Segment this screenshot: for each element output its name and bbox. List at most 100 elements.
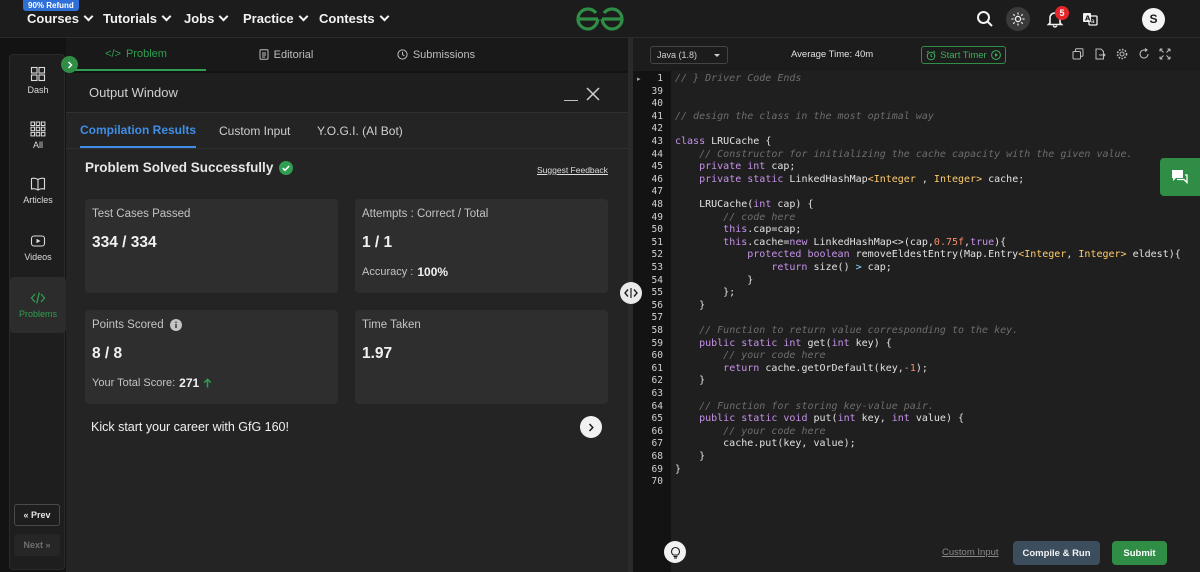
notification-count-badge: 5: [1055, 6, 1069, 20]
nav-jobs[interactable]: Jobs: [184, 11, 229, 26]
compile-run-button[interactable]: Compile & Run: [1013, 541, 1100, 565]
code-line[interactable]: public static int get(int key) {: [675, 338, 892, 349]
avatar[interactable]: S: [1142, 8, 1165, 31]
lightbulb-icon: [670, 546, 680, 559]
chevron-down-icon: [83, 11, 94, 22]
code-line[interactable]: // Constructor for initializing the cach…: [675, 149, 1132, 160]
sidebar-item-dash[interactable]: Dash: [10, 66, 66, 95]
gear-icon[interactable]: [1116, 48, 1128, 60]
line-number: 67: [651, 438, 663, 450]
code-line[interactable]: }: [675, 275, 753, 286]
tab-custom-input[interactable]: Custom Input: [219, 114, 290, 148]
card-label: Points Scored: [92, 319, 182, 331]
sidebar-item-videos[interactable]: Videos: [10, 233, 66, 262]
status-title: Problem Solved Successfully: [85, 160, 294, 175]
code-line[interactable]: // code here: [675, 212, 795, 223]
chat-button[interactable]: [1160, 158, 1200, 196]
sidebar-item-articles[interactable]: Articles: [10, 176, 66, 205]
minimize-icon[interactable]: [564, 100, 578, 101]
hint-button[interactable]: [664, 541, 686, 563]
line-number: 68: [651, 451, 663, 462]
sidebar-item-label: All: [32, 140, 43, 150]
theme-toggle-button[interactable]: [1006, 7, 1030, 31]
nav-contests[interactable]: Contests: [319, 11, 390, 26]
code-line[interactable]: }: [675, 451, 705, 462]
tab-problem[interactable]: </> Problem: [66, 38, 206, 71]
check-circle-icon: [279, 160, 294, 175]
tab-yogi-ai-bot[interactable]: Y.O.G.I. (AI Bot): [317, 114, 403, 148]
code-line[interactable]: cache.put(key, value);: [675, 438, 855, 449]
chevron-right-icon: [588, 422, 594, 432]
line-number: 39: [651, 85, 663, 97]
line-number: 45: [651, 161, 663, 173]
file-export-icon[interactable]: [1094, 48, 1106, 60]
nav-label: Tutorials: [103, 11, 157, 26]
nav-tutorials[interactable]: Tutorials: [103, 11, 172, 26]
code-line[interactable]: // Function to return value correspondin…: [675, 325, 1018, 336]
code-line[interactable]: this.cache=new LinkedHashMap<>(cap,0.75f…: [675, 237, 1006, 248]
tab-compilation-results[interactable]: Compilation Results: [80, 114, 197, 148]
language-select[interactable]: Java (1.8): [650, 46, 728, 64]
code-line[interactable]: // your code here: [675, 350, 825, 361]
code-line[interactable]: this.cap=cap;: [675, 224, 801, 235]
translate-icon[interactable]: Aa: [1079, 8, 1101, 30]
custom-input-link[interactable]: Custom Input: [942, 547, 999, 558]
reset-icon[interactable]: [1138, 48, 1150, 60]
tab-editorial[interactable]: Editorial: [216, 38, 356, 71]
code-line[interactable]: // your code here: [675, 426, 825, 437]
fullscreen-icon[interactable]: [1159, 48, 1171, 60]
sidebar-item-all[interactable]: All: [10, 121, 66, 150]
code-line[interactable]: // Function for storing key-value pair.: [675, 401, 934, 412]
code-line[interactable]: public static void put(int key, int valu…: [675, 413, 964, 424]
card-value: 334 / 334: [92, 234, 157, 251]
chevron-down-icon: [218, 11, 229, 22]
nav-courses[interactable]: Courses: [27, 11, 94, 26]
prev-button[interactable]: « Prev: [14, 504, 60, 526]
kick-start-button[interactable]: [580, 416, 602, 438]
code-line[interactable]: LRUCache(int cap) {: [675, 199, 813, 210]
code-line[interactable]: private int cap;: [675, 161, 795, 172]
sidebar-item-problems[interactable]: Problems: [10, 277, 66, 333]
code-line[interactable]: }: [675, 464, 681, 475]
fold-marker-icon[interactable]: ▸: [637, 75, 641, 83]
line-number: 43: [651, 136, 663, 147]
submit-button[interactable]: Submit: [1112, 541, 1167, 565]
code-line[interactable]: }: [675, 375, 705, 386]
left-sidebar: Dash All Articles Videos Problems « Prev…: [9, 54, 66, 570]
book-icon: [30, 177, 46, 191]
copy-icon[interactable]: [1072, 48, 1084, 60]
line-number: 58: [651, 325, 663, 336]
suggest-feedback-link[interactable]: Suggest Feedback: [537, 165, 608, 175]
nav-practice[interactable]: Practice: [243, 11, 309, 26]
accuracy-label: Accuracy :: [362, 266, 414, 278]
card-value: 1 / 1: [362, 234, 393, 251]
code-line[interactable]: // design the class in the most optimal …: [675, 111, 934, 122]
tab-submissions[interactable]: Submissions: [366, 38, 506, 71]
collapse-sidebar-button[interactable]: [61, 56, 78, 73]
card-label: Time Taken: [362, 319, 421, 331]
search-icon[interactable]: [974, 8, 996, 30]
close-icon[interactable]: [585, 86, 601, 102]
info-icon[interactable]: [169, 319, 182, 331]
points-card: Points Scored 8 / 8 Your Total Score: 27…: [85, 310, 338, 404]
code-line[interactable]: return size() > cap;: [675, 262, 891, 273]
gfg-logo-icon[interactable]: [574, 5, 626, 33]
code-line[interactable]: // } Driver Code Ends: [675, 73, 801, 84]
output-window: Output Window Compilation Results Custom…: [66, 73, 628, 572]
code-line[interactable]: class LRUCache {: [675, 136, 771, 147]
code-line[interactable]: private static LinkedHashMap<Integer , I…: [675, 174, 1024, 185]
code-line[interactable]: }: [675, 300, 705, 311]
resize-handle[interactable]: [620, 282, 642, 304]
start-timer-button[interactable]: Start Timer: [921, 46, 1006, 64]
caret-down-icon: [714, 54, 720, 57]
line-number-gutter: 1 39 40 41 42 43 44 45 46 47 48 49 50 51 52 53 54 55 56 57 5…: [633, 71, 671, 572]
next-button[interactable]: Next »: [14, 534, 60, 556]
code-line[interactable]: protected boolean removeEldestEntry(Map.…: [675, 249, 1181, 260]
code-line[interactable]: return cache.getOrDefault(key,-1);: [675, 363, 928, 374]
tab-label: Editorial: [273, 48, 314, 61]
code-editor[interactable]: // } Driver Code Ends // design the class…: [637, 71, 1200, 536]
code-line[interactable]: };: [675, 287, 735, 298]
nav-label: Contests: [319, 11, 375, 26]
sidebar-item-label: Videos: [24, 252, 52, 262]
line-number: 60: [651, 350, 663, 362]
